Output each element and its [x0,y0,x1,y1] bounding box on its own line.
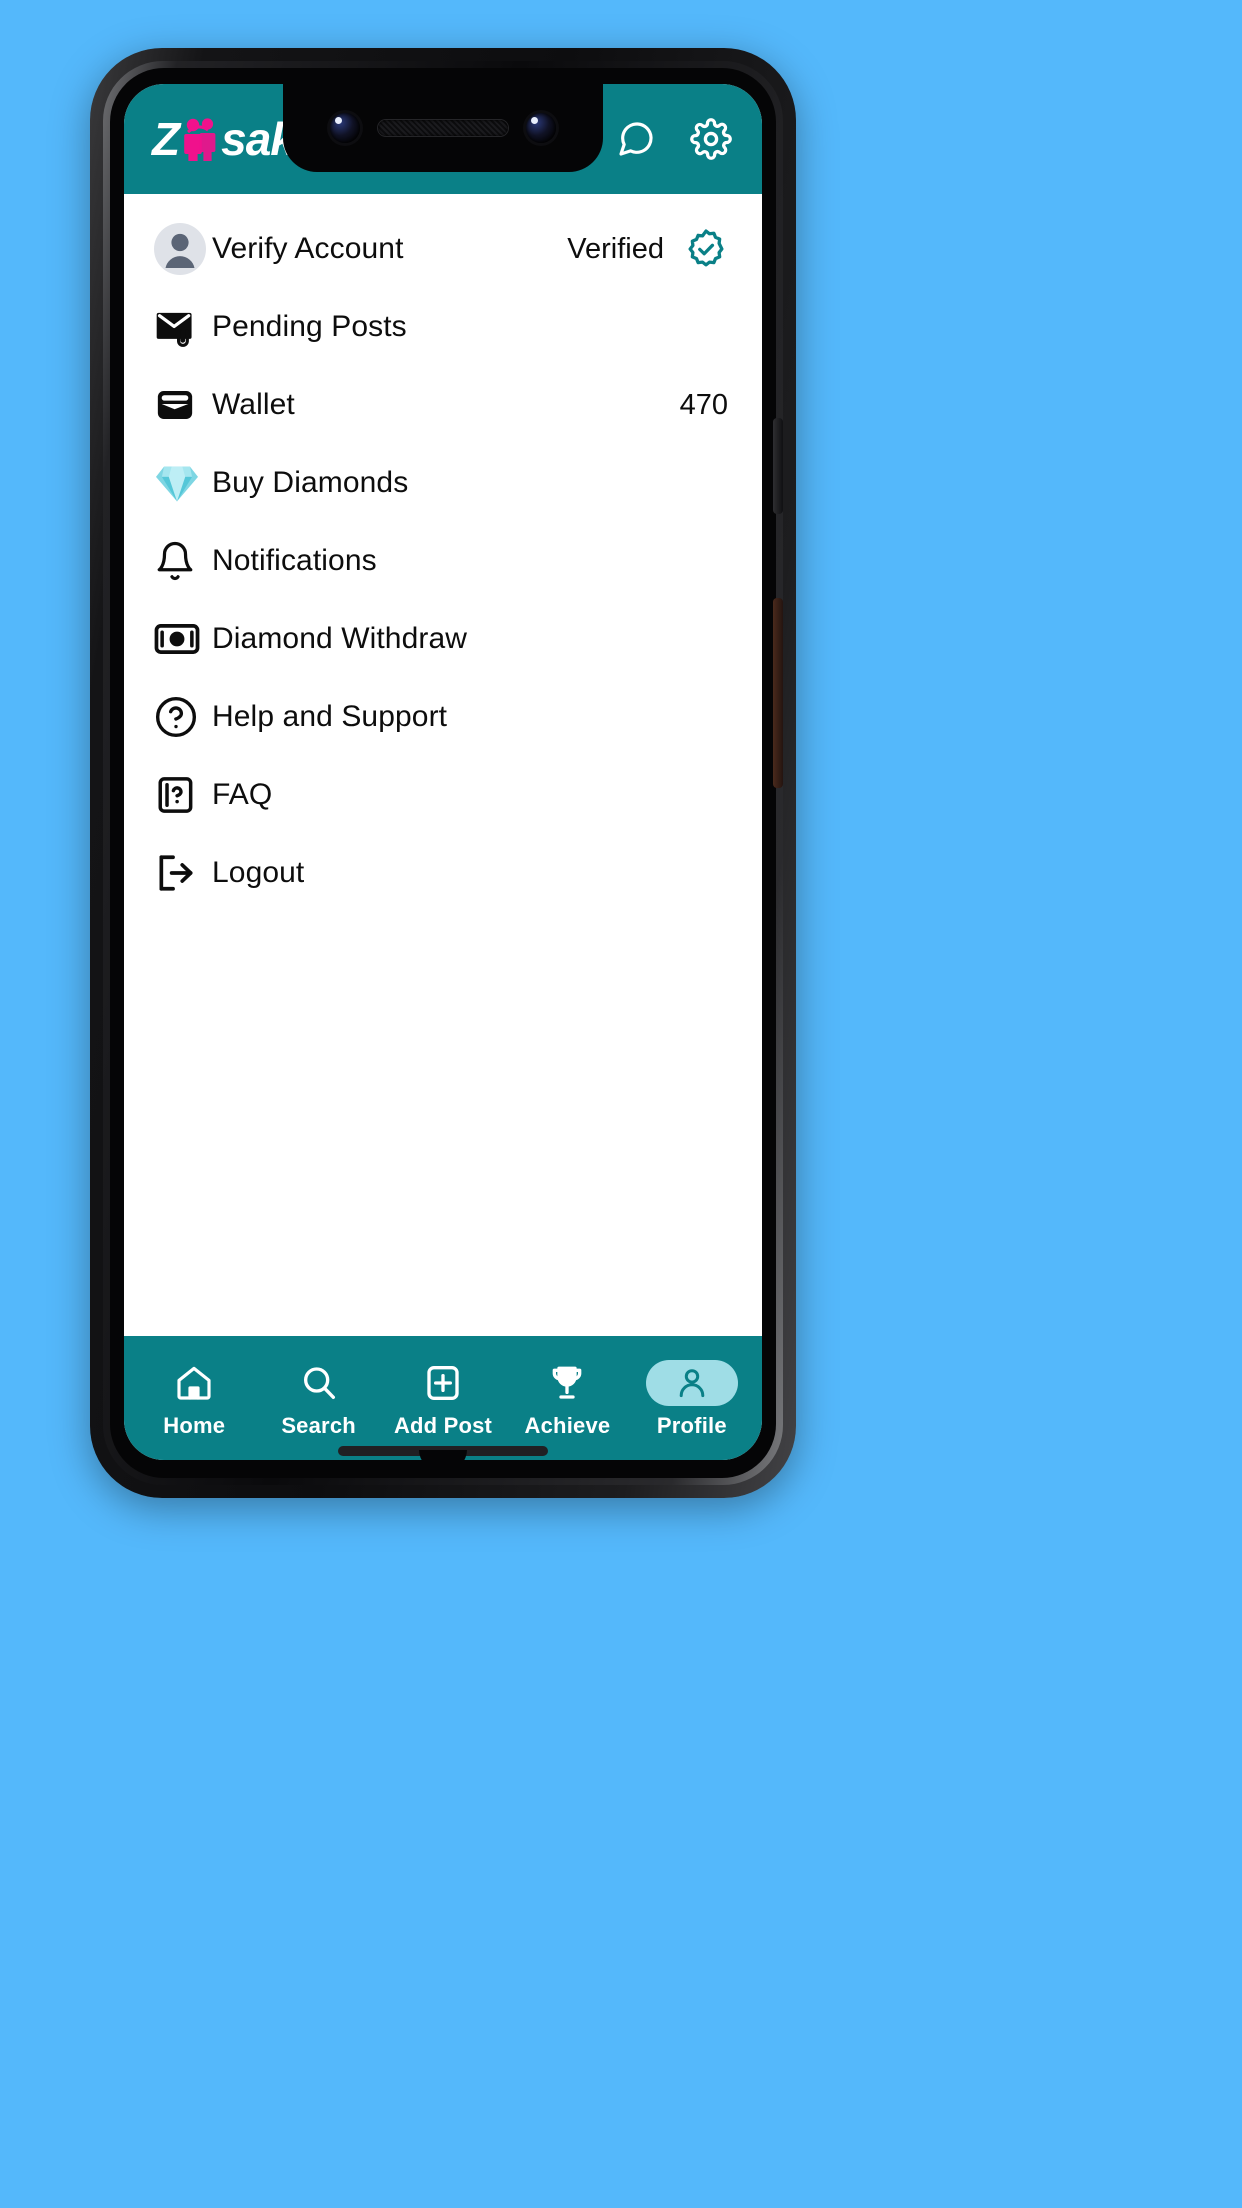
phone-frame-inner: Z sakhi Verify Account Verified Pending … [103,61,783,1485]
question-circle-icon [155,696,197,738]
menu-item-label: FAQ [212,778,273,811]
menu-icon-slot [154,384,212,426]
volume-button[interactable] [773,598,783,788]
menu-item-label: Notifications [212,544,377,577]
menu-item-pending-posts[interactable]: Pending Posts [124,288,762,366]
home-icon [177,1366,211,1400]
menu-item-trailing: 470 [680,389,728,422]
money-icon [154,624,200,654]
phone-frame: Z sakhi Verify Account Verified Pending … [90,48,796,1498]
wallet-balance: 470 [679,388,728,421]
phone-screen: Z sakhi Verify Account Verified Pending … [124,84,762,1460]
menu-item-buy-diamonds[interactable]: Buy Diamonds [124,444,762,522]
person-icon [679,1368,705,1397]
wallet-icon [157,391,193,419]
menu-icon-slot [154,773,212,817]
power-button[interactable] [773,418,783,514]
search-icon [303,1366,335,1399]
nav-icon-pill [397,1360,489,1406]
bottom-notch-dot [419,1450,467,1460]
faq-icon [158,777,193,813]
menu-item-label: Wallet [212,388,295,421]
menu-icon-slot [154,304,212,350]
front-camera-icon [330,113,360,143]
nav-item-add-post[interactable]: Add Post [381,1342,505,1456]
nav-item-search[interactable]: Search [256,1342,380,1456]
app-logo-prefix: Z [152,113,180,165]
menu-item-label: Logout [212,856,305,889]
verified-status-text: Verified [567,232,664,265]
menu-icon-slot [154,540,212,582]
menu-icon-slot [154,695,212,739]
menu-item-faq[interactable]: FAQ [124,756,762,834]
nav-icon-pill [148,1360,240,1406]
diamond-icon [156,466,198,502]
menu-item-logout[interactable]: Logout [124,834,762,912]
couple-icon [184,118,216,161]
logout-icon [159,855,193,891]
menu-icon-slot [154,619,212,659]
menu-item-trailing: Verified [567,227,728,271]
nav-item-label: Add Post [393,1412,493,1438]
nav-item-label: Achieve [524,1412,611,1438]
menu-item-label: Buy Diamonds [212,466,409,499]
front-camera-secondary-icon [526,113,556,143]
bell-icon [157,541,193,581]
menu-icon-slot [154,223,212,275]
menu-item-label: Help and Support [212,700,448,733]
avatar [154,223,206,275]
menu-item-notifications[interactable]: Notifications [124,522,762,600]
phone-notch [283,84,603,172]
chat-bubble-icon[interactable] [616,119,656,159]
envelope-attachment-icon [156,312,192,347]
nav-item-profile[interactable]: Profile [630,1342,754,1456]
nav-icon-pill [521,1360,613,1406]
menu-item-label: Pending Posts [212,310,407,343]
gear-icon[interactable] [690,118,732,160]
nav-item-label: Profile [656,1412,727,1438]
nav-icon-pill [273,1360,365,1406]
menu-list: Verify Account Verified Pending Posts Wa… [124,194,762,1336]
nav-item-home[interactable]: Home [132,1342,256,1456]
nav-item-achieve[interactable]: Achieve [505,1342,629,1456]
menu-item-wallet[interactable]: Wallet 470 [124,366,762,444]
menu-item-label: Diamond Withdraw [212,622,468,655]
menu-item-diamond-withdraw[interactable]: Diamond Withdraw [124,600,762,678]
menu-item-verify-account[interactable]: Verify Account Verified [124,210,762,288]
add-post-icon [427,1365,459,1400]
menu-icon-slot [154,462,212,504]
earpiece-speaker [378,120,508,136]
nav-item-label: Search [281,1412,356,1438]
nav-item-label: Home [163,1412,226,1438]
verified-badge-icon [688,229,724,267]
nav-icon-pill-active [645,1359,738,1406]
trophy-icon [553,1366,582,1399]
menu-icon-slot [154,851,212,895]
menu-item-help-and-support[interactable]: Help and Support [124,678,762,756]
bottom-nav: Home Search Add Post Achieve Profile [124,1336,762,1460]
phone-bezel: Z sakhi Verify Account Verified Pending … [110,68,783,1478]
menu-item-label: Verify Account [212,232,404,265]
